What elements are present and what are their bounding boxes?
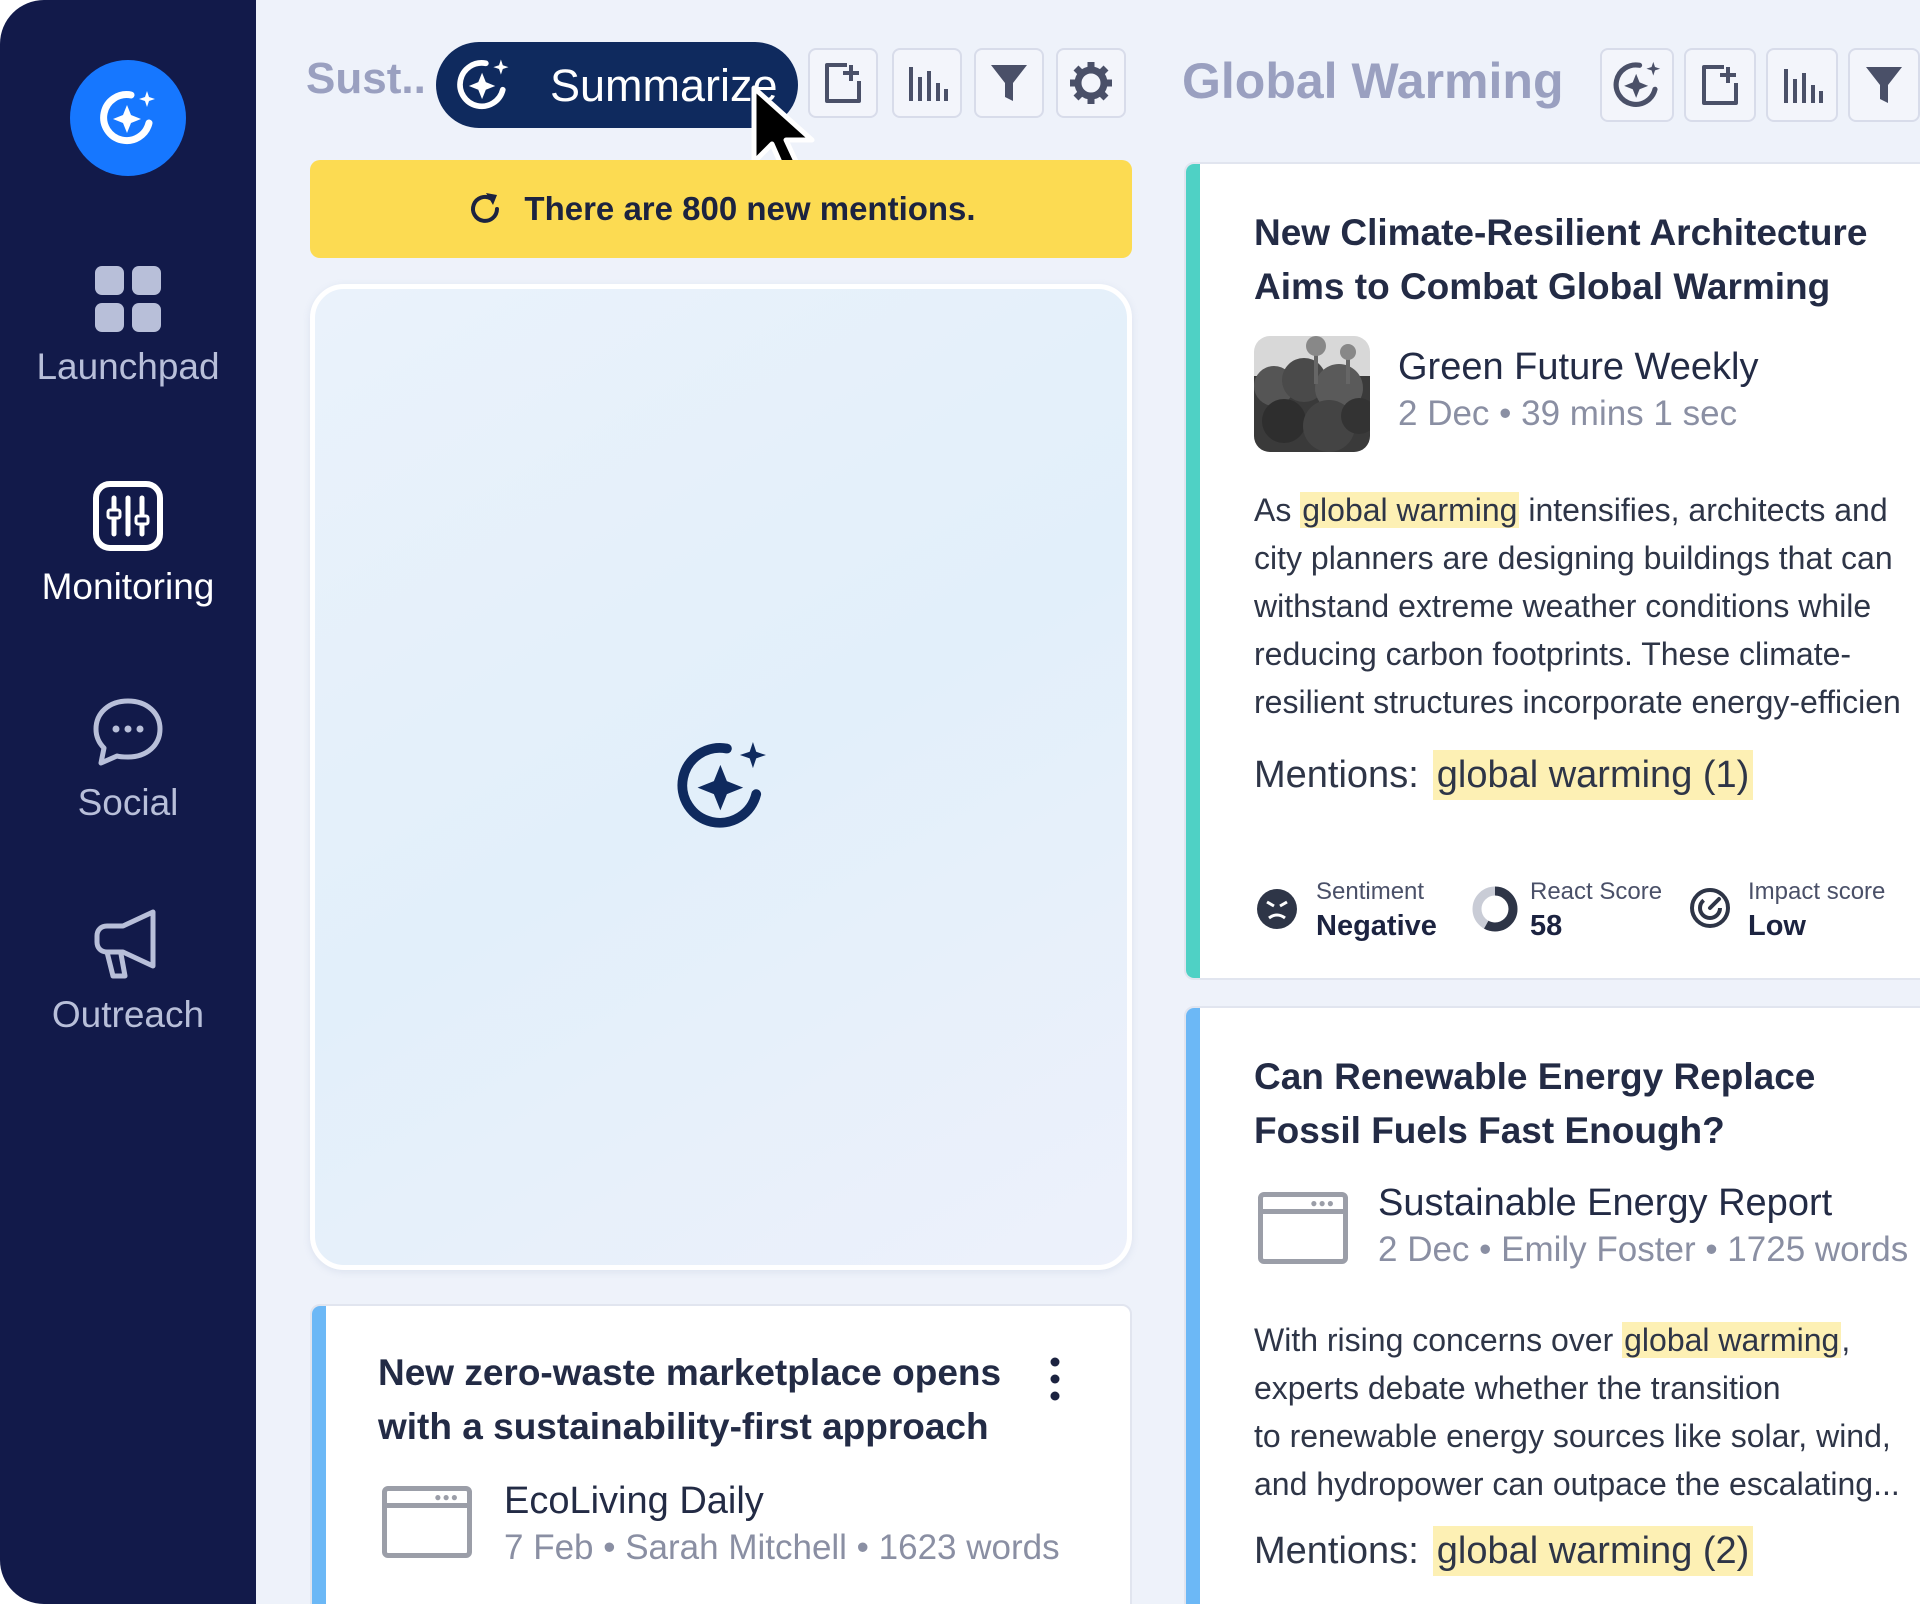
summarize-label: Summarize	[550, 60, 778, 111]
article-title[interactable]: New Climate-Resilient Architecture Aims …	[1254, 206, 1867, 314]
sidebar-item-label: Monitoring	[41, 566, 215, 607]
source-meta: 2 Dec • 39 mins 1 sec	[1398, 394, 1738, 433]
sentiment-metric: Sentiment Negative	[1256, 878, 1456, 948]
mention-tag[interactable]: global warming (1)	[1432, 750, 1754, 800]
more-options-icon[interactable]	[1048, 1356, 1062, 1402]
source-meta: 7 Feb • Sarah Mitchell • 1623 words	[504, 1528, 1060, 1567]
article-card[interactable]: Can Renewable Energy Replace Fossil Fuel…	[1184, 1006, 1920, 1604]
angry-face-icon	[1257, 889, 1297, 929]
bar-chart-icon	[1784, 69, 1823, 103]
mentions-row: Mentions: global warming (1)	[1254, 750, 1754, 800]
article-title[interactable]: New zero-waste marketplace opens with a …	[378, 1346, 1001, 1454]
keyword-highlight: global warming	[1622, 1322, 1842, 1358]
sidebar-item-monitoring[interactable]: Monitoring	[0, 480, 256, 608]
donut-gauge-icon	[1472, 886, 1518, 932]
bar-chart-icon	[909, 67, 948, 101]
sidebar-item-launchpad[interactable]: Launchpad	[0, 266, 256, 388]
app-window: Launchpad Monitoring Social Outreach Sus…	[0, 0, 1920, 1604]
summarize-button[interactable]: Summarize	[436, 42, 798, 128]
ai-sparkle-icon	[1613, 61, 1661, 107]
article-card[interactable]: New zero-waste marketplace opens with a …	[310, 1304, 1132, 1604]
react-score-metric: React Score 58	[1470, 878, 1670, 948]
browser-icon: ●●●	[382, 1486, 472, 1558]
article-card[interactable]: New Climate-Resilient Architecture Aims …	[1184, 162, 1920, 980]
mention-tag[interactable]: global warming (2)	[1432, 1526, 1754, 1576]
article-title[interactable]: Can Renewable Energy Replace Fossil Fuel…	[1254, 1050, 1815, 1158]
refresh-icon	[471, 193, 500, 223]
new-mentions-banner[interactable]: There are 800 new mentions.	[310, 160, 1132, 258]
sidebar-item-label: Launchpad	[36, 346, 220, 387]
grid-icon	[95, 266, 161, 332]
impact-score-metric: Impact score Low	[1688, 878, 1908, 948]
keyword-highlight: global warming	[1300, 492, 1520, 528]
card-accent	[1186, 1008, 1200, 1604]
settings-button[interactable]	[1056, 48, 1126, 118]
speedometer-icon	[1690, 888, 1730, 928]
filter-button[interactable]	[1848, 48, 1920, 122]
mentions-row: Mentions: global warming (2)	[1254, 1526, 1754, 1576]
ai-sparkle-icon	[677, 742, 766, 828]
source-name[interactable]: Sustainable Energy Report	[1378, 1182, 1832, 1225]
sidebar-item-label: Social	[77, 782, 179, 823]
sidebar-item-social[interactable]: Social	[0, 696, 256, 824]
monitoring-icon	[93, 481, 163, 551]
analytics-button[interactable]	[1766, 48, 1838, 122]
filter-button[interactable]	[974, 48, 1044, 118]
article-excerpt: With rising concerns over global warming…	[1254, 1322, 1900, 1502]
card-accent	[1186, 164, 1200, 978]
source-meta: 2 Dec • Emily Foster • 1725 words	[1378, 1230, 1909, 1269]
ai-sparkle-icon	[100, 91, 155, 145]
card-accent	[312, 1306, 326, 1604]
chat-bubble-icon	[93, 698, 163, 766]
column-title[interactable]: Sust..	[306, 54, 426, 104]
source-name[interactable]: Green Future Weekly	[1398, 346, 1758, 389]
sidebar-item-label: Outreach	[51, 994, 205, 1035]
source-thumbnail	[1254, 336, 1370, 452]
sidebar: Launchpad Monitoring Social Outreach	[0, 0, 256, 1604]
analytics-button[interactable]	[892, 48, 962, 118]
article-excerpt: As global warming intensifies, architect…	[1254, 492, 1901, 720]
sidebar-item-outreach[interactable]: Outreach	[0, 908, 256, 1036]
filter-icon	[1866, 67, 1902, 103]
summarize-button[interactable]	[1600, 48, 1674, 122]
column-title[interactable]: Global Warming	[1182, 52, 1564, 110]
ai-sparkle-icon	[457, 59, 509, 110]
app-logo[interactable]	[70, 60, 186, 176]
browser-icon: ●●●	[1258, 1192, 1348, 1264]
add-report-button[interactable]	[1684, 48, 1756, 122]
filter-icon	[991, 65, 1027, 101]
megaphone-icon	[94, 909, 156, 979]
banner-text: There are 800 new mentions.	[524, 190, 976, 227]
source-name[interactable]: EcoLiving Daily	[504, 1480, 764, 1523]
summary-panel	[310, 284, 1132, 1270]
add-report-icon	[1702, 65, 1738, 105]
gear-icon	[1070, 62, 1112, 104]
